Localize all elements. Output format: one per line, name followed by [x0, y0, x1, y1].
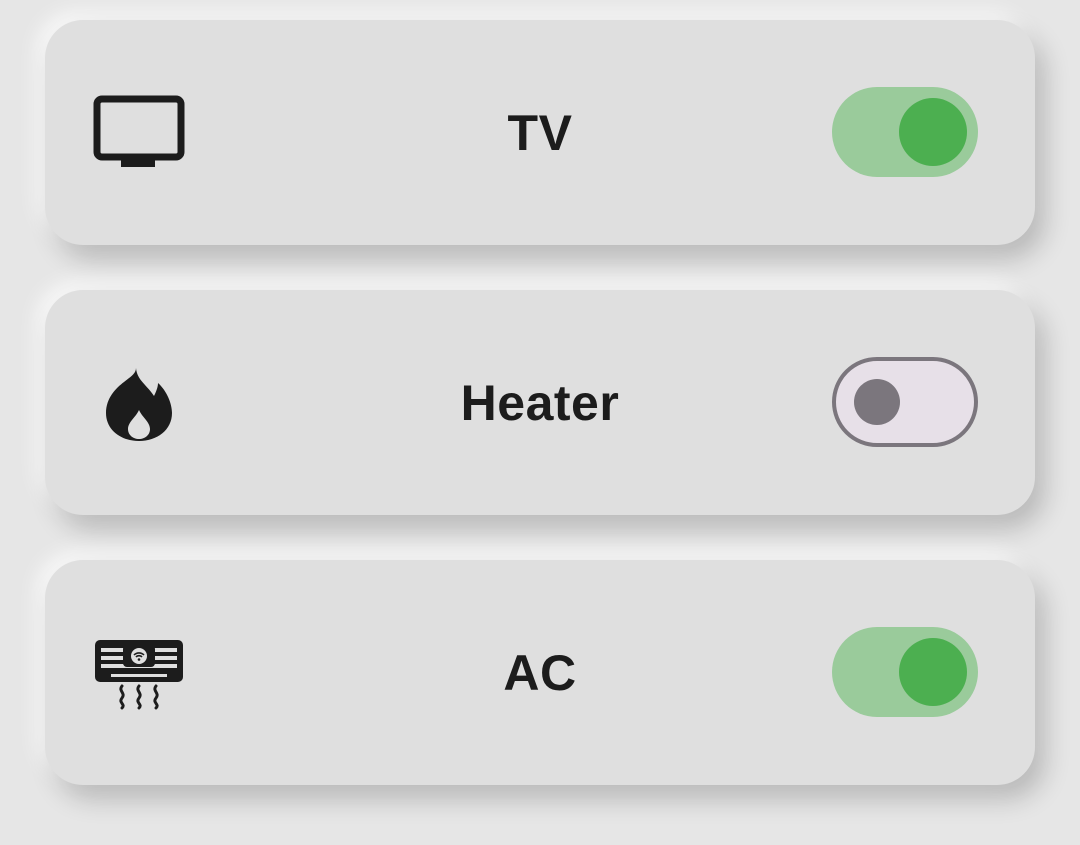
device-card-tv: TV	[45, 20, 1035, 245]
device-card-heater: Heater	[45, 290, 1035, 515]
device-card-ac: AC	[45, 560, 1035, 785]
toggle-knob	[899, 98, 967, 166]
device-list: TV Heater AC	[45, 20, 1035, 830]
ac-toggle[interactable]	[832, 627, 978, 717]
heater-toggle[interactable]	[832, 357, 978, 447]
tv-toggle[interactable]	[832, 87, 978, 177]
toggle-knob	[854, 379, 900, 425]
toggle-knob	[899, 638, 967, 706]
